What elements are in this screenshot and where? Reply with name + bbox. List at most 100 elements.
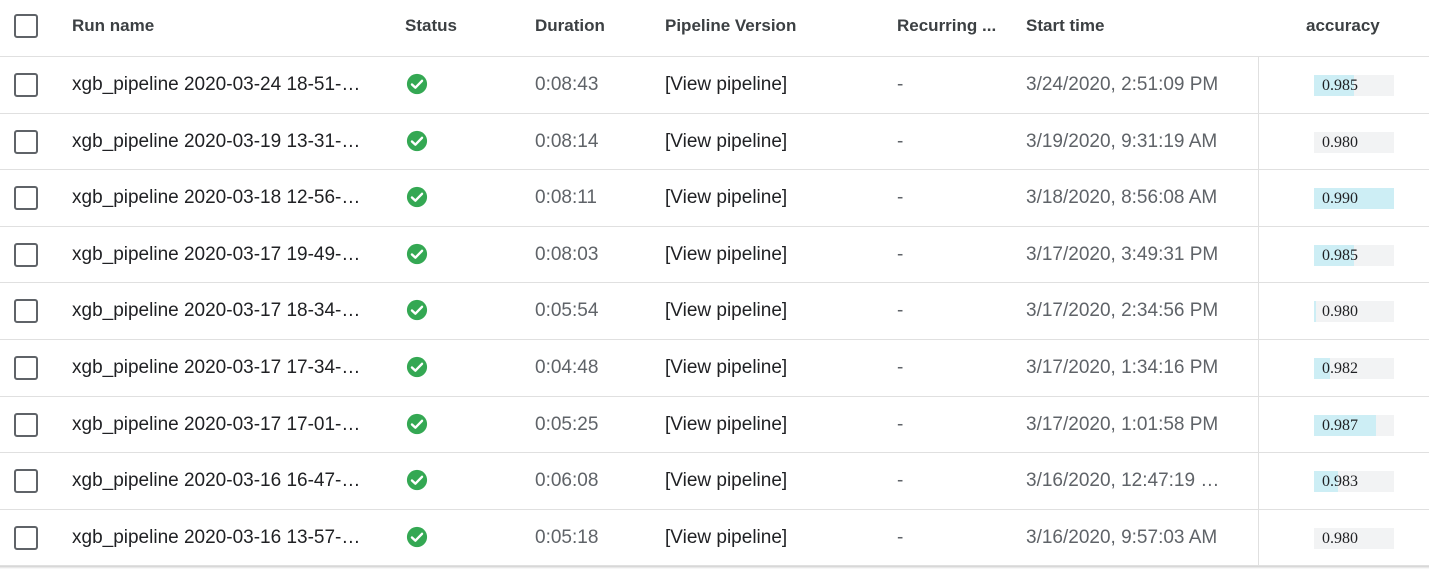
accuracy-bar: 0.985	[1314, 75, 1394, 96]
view-pipeline-link[interactable]: [View pipeline]	[665, 57, 787, 113]
check-circle-icon	[406, 130, 428, 151]
accuracy-bar-fill	[1314, 301, 1317, 323]
duration-cell: 0:05:54	[535, 300, 599, 322]
run-name-link[interactable]: xgb_pipeline 2020-03-18 12-56-…	[72, 170, 378, 226]
duration-cell: 0:05:25	[535, 413, 599, 435]
run-name-link[interactable]: xgb_pipeline 2020-03-17 17-34-…	[72, 340, 378, 396]
view-pipeline-link[interactable]: [View pipeline]	[665, 340, 787, 396]
header-pipeline-version[interactable]: Pipeline Version	[665, 0, 796, 57]
check-circle-icon	[406, 470, 428, 491]
accuracy-value: 0.985	[1322, 77, 1358, 94]
duration-cell: 0:08:11	[535, 187, 597, 209]
run-name-link[interactable]: xgb_pipeline 2020-03-16 13-57-…	[72, 510, 378, 566]
status-cell	[406, 397, 432, 453]
duration-cell: 0:08:03	[535, 243, 599, 265]
duration-cell: 0:08:14	[535, 130, 599, 152]
recurring-cell: -	[897, 74, 904, 95]
accuracy-bar: 0.985	[1314, 244, 1394, 266]
status-cell	[406, 227, 432, 283]
check-circle-icon	[406, 413, 428, 434]
view-pipeline-link[interactable]: [View pipeline]	[665, 283, 787, 339]
duration-cell: 0:06:08	[535, 470, 599, 492]
header-recurring[interactable]: Recurring ...	[897, 0, 996, 57]
run-name-link[interactable]: xgb_pipeline 2020-03-17 18-34-…	[72, 283, 378, 339]
table-row[interactable]: xgb_pipeline 2020-03-24 18-51-… 0:08:43 [V…	[0, 57, 1429, 114]
row-checkbox[interactable]	[14, 242, 38, 267]
accuracy-value: 0.980	[1322, 529, 1358, 547]
row-checkbox[interactable]	[14, 356, 38, 380]
accuracy-value: 0.987	[1322, 416, 1358, 434]
row-checkbox[interactable]	[14, 73, 38, 97]
status-cell	[406, 510, 432, 566]
accuracy-bar: 0.990	[1314, 188, 1394, 210]
status-cell	[406, 114, 432, 170]
table-row[interactable]: xgb_pipeline 2020-03-17 17-34-… 0:04:48 [V…	[0, 340, 1429, 397]
header-status[interactable]: Status	[405, 0, 457, 57]
status-cell	[406, 283, 432, 339]
row-checkbox[interactable]	[14, 299, 38, 324]
row-checkbox[interactable]	[14, 469, 38, 494]
status-cell	[406, 170, 432, 226]
view-pipeline-link[interactable]: [View pipeline]	[665, 227, 787, 283]
accuracy-bar: 0.987	[1314, 414, 1394, 436]
start-time-cell: 3/17/2020, 2:34:56 PM	[1026, 300, 1219, 322]
status-cell	[406, 57, 432, 113]
run-name-link[interactable]: xgb_pipeline 2020-03-24 18-51-…	[72, 57, 378, 113]
header-accuracy[interactable]: accuracy	[1306, 0, 1380, 57]
header-duration[interactable]: Duration	[535, 0, 605, 57]
table-row[interactable]: xgb_pipeline 2020-03-17 18-34-… 0:05:54 [V…	[0, 283, 1429, 340]
start-time-cell: 3/16/2020, 12:47:19 …	[1026, 470, 1220, 492]
start-time-cell: 3/17/2020, 1:34:16 PM	[1026, 357, 1219, 378]
start-time-cell: 3/18/2020, 8:56:08 AM	[1026, 187, 1218, 209]
accuracy-value: 0.990	[1322, 190, 1358, 208]
view-pipeline-link[interactable]: [View pipeline]	[665, 170, 787, 226]
status-cell	[406, 453, 432, 509]
table-header: Run name Status Duration Pipeline Versio…	[0, 0, 1429, 57]
table-row[interactable]: xgb_pipeline 2020-03-18 12-56-… 0:08:11 [V…	[0, 170, 1429, 227]
table-row[interactable]: xgb_pipeline 2020-03-17 17-01-… 0:05:25 [V…	[0, 397, 1429, 454]
header-run-name[interactable]: Run name	[72, 0, 154, 57]
check-circle-icon	[406, 243, 428, 264]
accuracy-bar: 0.980	[1314, 527, 1394, 549]
recurring-cell: -	[897, 187, 904, 209]
select-all-checkbox[interactable]	[14, 14, 38, 38]
view-pipeline-link[interactable]: [View pipeline]	[665, 114, 787, 170]
accuracy-bar: 0.982	[1314, 358, 1394, 379]
accuracy-value: 0.983	[1322, 473, 1358, 491]
run-name-link[interactable]: xgb_pipeline 2020-03-17 19-49-…	[72, 227, 378, 283]
duration-cell: 0:08:43	[535, 74, 599, 95]
row-checkbox[interactable]	[14, 525, 38, 550]
recurring-cell: -	[897, 526, 904, 548]
duration-cell: 0:05:18	[535, 526, 599, 548]
accuracy-value: 0.980	[1322, 133, 1358, 151]
check-circle-icon	[406, 526, 428, 547]
header-start-time[interactable]: Start time	[1026, 0, 1104, 57]
table-row[interactable]: xgb_pipeline 2020-03-19 13-31-… 0:08:14 [V…	[0, 114, 1429, 171]
recurring-cell: -	[897, 413, 904, 435]
status-cell	[406, 340, 432, 396]
recurring-cell: -	[897, 243, 904, 265]
recurring-cell: -	[897, 357, 904, 378]
row-checkbox[interactable]	[14, 186, 38, 211]
table-row[interactable]: xgb_pipeline 2020-03-16 16-47-… 0:06:08 [V…	[0, 453, 1429, 510]
run-name-link[interactable]: xgb_pipeline 2020-03-17 17-01-…	[72, 397, 378, 453]
check-circle-icon	[406, 300, 428, 321]
run-name-link[interactable]: xgb_pipeline 2020-03-19 13-31-…	[72, 114, 378, 170]
table-bottom-edge	[0, 566, 1429, 569]
row-checkbox[interactable]	[14, 129, 38, 154]
check-circle-icon	[406, 73, 428, 95]
table-row[interactable]: xgb_pipeline 2020-03-16 13-57-… 0:05:18 [V…	[0, 510, 1429, 567]
row-checkbox[interactable]	[14, 412, 38, 437]
accuracy-bar: 0.980	[1314, 131, 1394, 153]
view-pipeline-link[interactable]: [View pipeline]	[665, 453, 787, 509]
view-pipeline-link[interactable]: [View pipeline]	[665, 397, 787, 453]
duration-cell: 0:04:48	[535, 357, 599, 378]
check-circle-icon	[406, 187, 428, 208]
run-name-link[interactable]: xgb_pipeline 2020-03-16 16-47-…	[72, 453, 378, 509]
recurring-cell: -	[897, 130, 904, 152]
check-circle-icon	[406, 356, 428, 378]
view-pipeline-link[interactable]: [View pipeline]	[665, 510, 787, 566]
table-row[interactable]: xgb_pipeline 2020-03-17 19-49-… 0:08:03 [V…	[0, 227, 1429, 284]
recurring-cell: -	[897, 300, 904, 322]
accuracy-bar: 0.980	[1314, 301, 1394, 323]
